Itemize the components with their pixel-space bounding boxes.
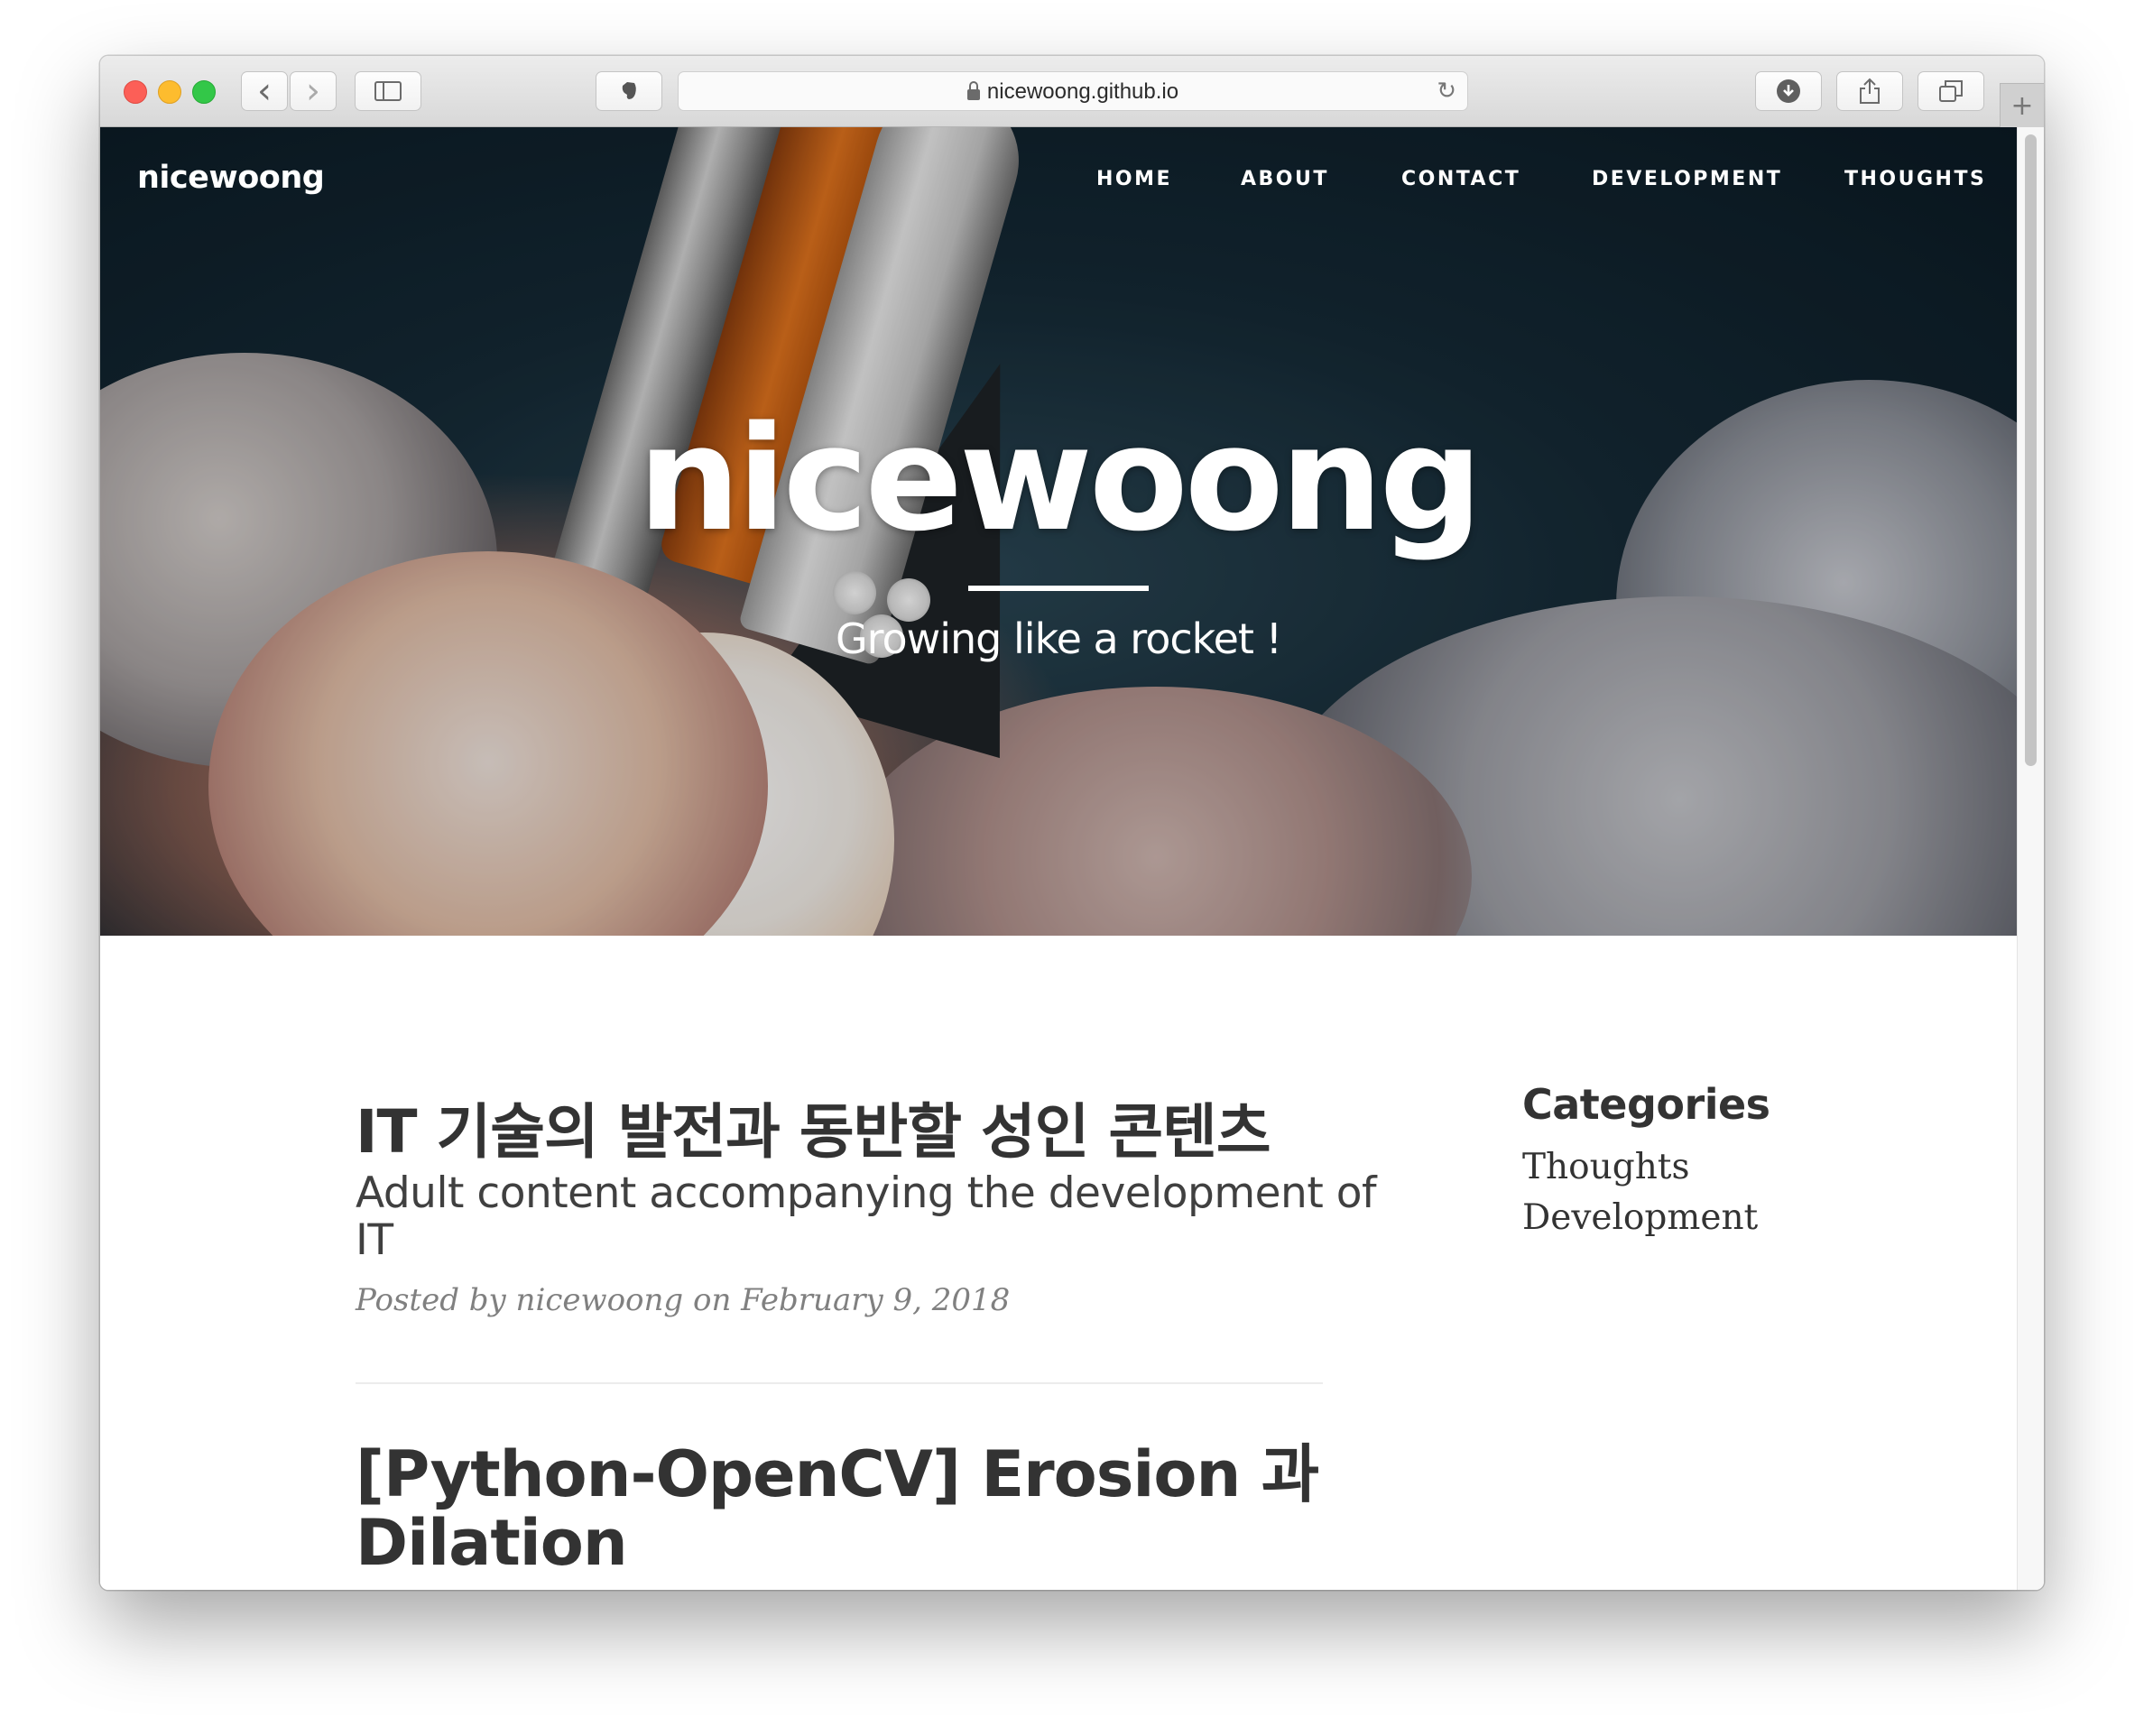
share-button[interactable] — [1836, 71, 1903, 111]
minimize-window-button[interactable] — [158, 80, 181, 104]
forward-button[interactable]: › — [290, 71, 337, 111]
post-title-link[interactable]: [Python-OpenCV] Erosion 과 Dilation — [356, 1437, 1319, 1580]
back-button[interactable]: ‹ — [241, 71, 288, 111]
post-subtitle-line: Adult content accompanying the developme… — [356, 1168, 1377, 1218]
lock-icon — [966, 81, 980, 100]
tabs-icon — [1939, 80, 1963, 102]
hero-divider — [968, 586, 1149, 591]
chevron-left-icon: ‹ — [257, 70, 272, 112]
nav-contact[interactable]: CONTACT — [1401, 168, 1520, 190]
post-meta: Posted by nicewoong on February 9, 2018 — [356, 1282, 1011, 1318]
address-url: nicewoong.github.io — [986, 79, 1179, 104]
post-divider — [356, 1382, 1323, 1384]
post-title-link[interactable]: IT 기술의 발전과 동반할 성인 콘텐츠 — [356, 1084, 1271, 1170]
hero-subtitle: Growing like a rocket ! — [835, 614, 1282, 663]
new-tab-button[interactable]: + — [2000, 83, 2044, 127]
browser-window: ‹ › nicewoong.github.io ↻ + nicewoong HO… — [100, 56, 2044, 1590]
evernote-extension-button[interactable] — [596, 71, 662, 111]
downloads-button[interactable] — [1755, 71, 1822, 111]
web-page: nicewoong HOME ABOUT CONTACT DEVELOPMENT… — [100, 127, 2017, 1590]
category-link-thoughts[interactable]: Thoughts — [1522, 1147, 1690, 1187]
browser-toolbar: ‹ › nicewoong.github.io ↻ + — [100, 56, 2044, 127]
nav-about[interactable]: ABOUT — [1241, 168, 1329, 190]
evernote-icon — [622, 82, 636, 99]
post-title-line: Dilation — [356, 1506, 628, 1580]
categories-heading: Categories — [1522, 1080, 1770, 1129]
page-scrollbar[interactable] — [2017, 127, 2044, 1590]
address-bar[interactable]: nicewoong.github.io ↻ — [678, 71, 1468, 111]
reload-icon[interactable]: ↻ — [1437, 78, 1456, 105]
post-subtitle-line: IT — [356, 1215, 393, 1265]
share-icon — [1860, 78, 1880, 104]
sidebar-toggle-button[interactable] — [355, 71, 421, 111]
hero-header: nicewoong HOME ABOUT CONTACT DEVELOPMENT… — [100, 127, 2017, 936]
post-subtitle[interactable]: Adult content accompanying the developme… — [356, 1168, 1377, 1265]
post-title-line: [Python-OpenCV] Erosion 과 — [356, 1437, 1319, 1511]
nav-development[interactable]: DEVELOPMENT — [1592, 168, 1782, 190]
scrollbar-thumb[interactable] — [2025, 134, 2037, 766]
category-link-development[interactable]: Development — [1522, 1197, 1758, 1238]
chevron-right-icon: › — [306, 70, 320, 112]
close-window-button[interactable] — [124, 80, 147, 104]
site-brand-link[interactable]: nicewoong — [137, 160, 325, 196]
nav-thoughts[interactable]: THOUGHTS — [1844, 168, 1986, 190]
zoom-window-button[interactable] — [192, 80, 216, 104]
nav-home[interactable]: HOME — [1096, 168, 1172, 190]
sidebar-icon — [374, 81, 402, 101]
download-icon — [1777, 79, 1800, 103]
tabs-overview-button[interactable] — [1918, 71, 1984, 111]
hero-title: nicewoong — [637, 394, 1483, 563]
plus-icon: + — [2010, 89, 2034, 122]
